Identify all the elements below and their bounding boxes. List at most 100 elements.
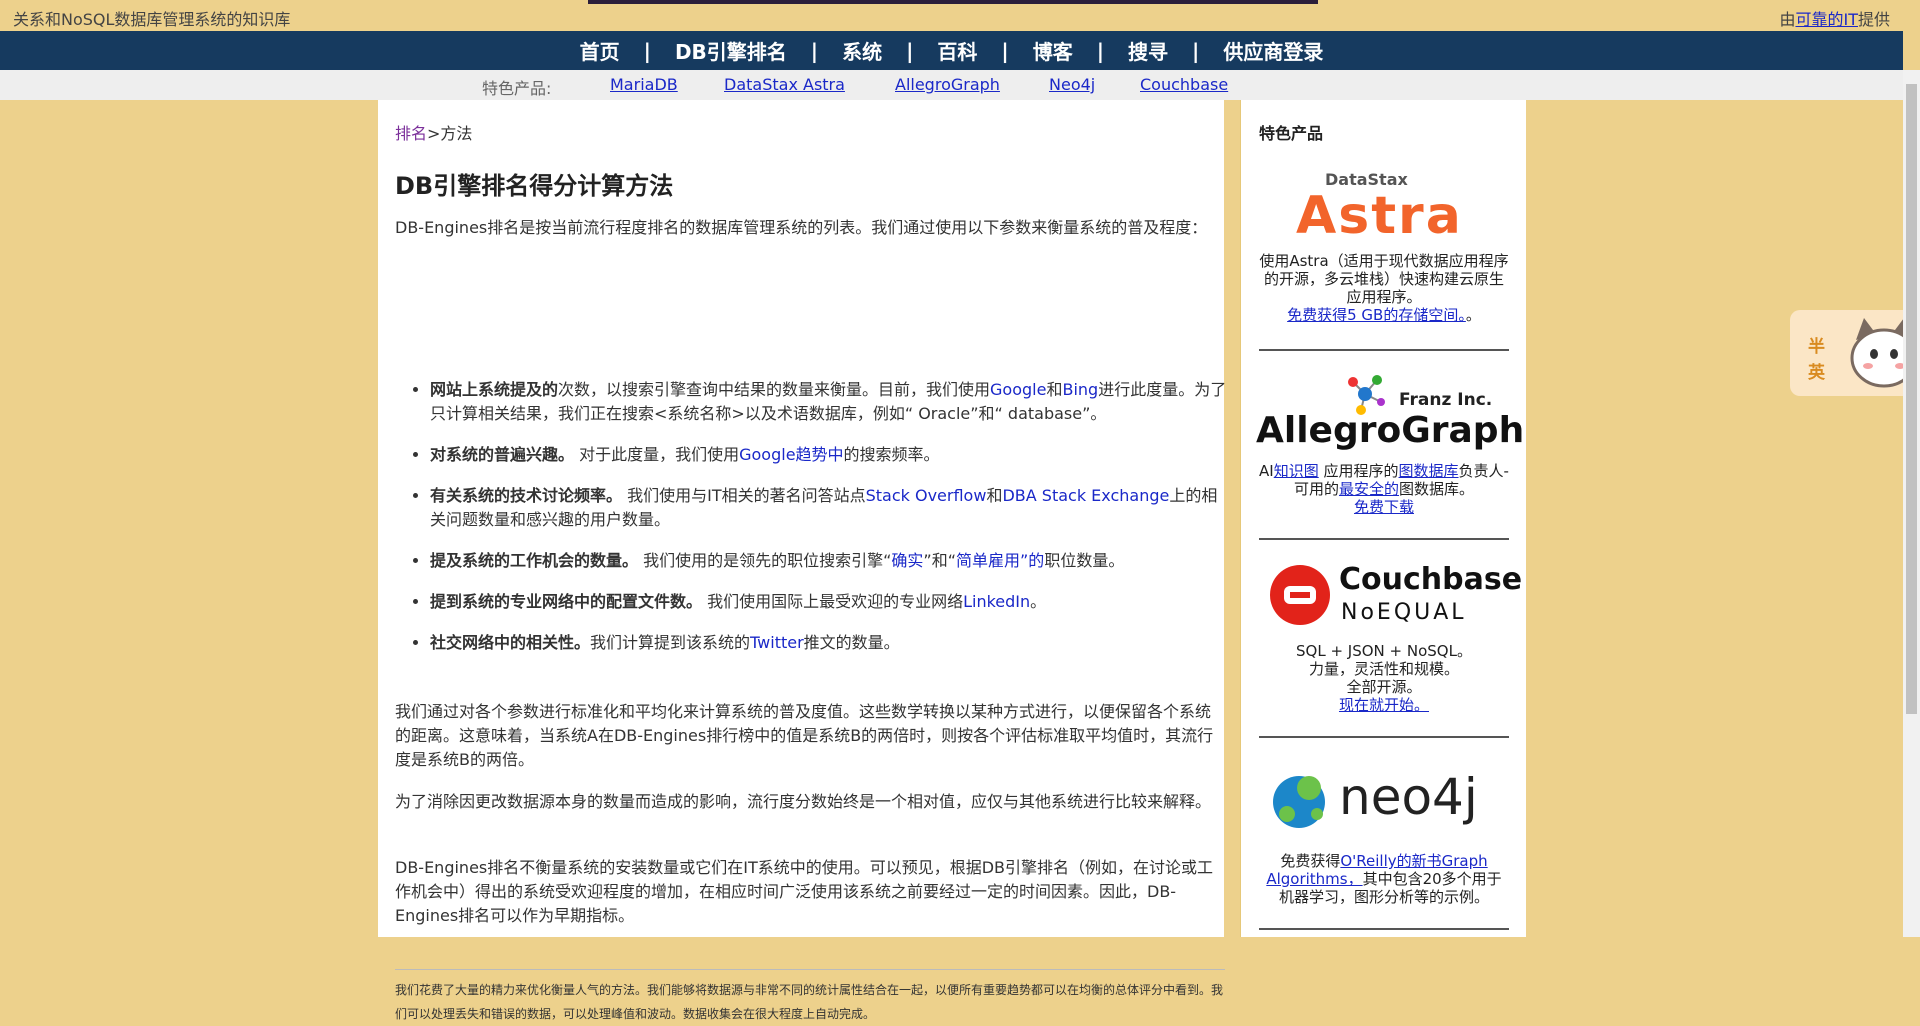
criteria-list: 网站上系统提及的次数，以搜索引擎查询中结果的数量来衡量。目前，我们使用Googl… — [395, 378, 1230, 672]
nav-separator: | — [1096, 38, 1105, 63]
criterion-text: 我们使用与IT相关的著名问答站点 — [622, 486, 866, 505]
free-download-link[interactable]: 免费下载 — [1354, 498, 1414, 516]
featured-link-neo4j[interactable]: Neo4j — [1049, 75, 1095, 94]
breadcrumb-current: 方法 — [440, 124, 473, 143]
nav-separator: | — [643, 38, 651, 63]
ad-suffix: 。 — [1465, 306, 1481, 324]
sidebar-title: 特色产品 — [1259, 124, 1324, 143]
criterion-title: 提到系统的专业网络中的配置文件数。 — [430, 592, 703, 611]
featured-label: 特色产品: — [482, 79, 552, 98]
astra-ad-text: 使用Astra（适用于现代数据应用程序的开源，多云堆栈）快速构建云原生应用程序。… — [1259, 252, 1509, 324]
most-secure-link[interactable]: 最安全的 — [1339, 480, 1399, 498]
google-link[interactable]: Google — [990, 380, 1046, 399]
list-item: 有关系统的技术讨论频率。 我们使用与IT相关的著名问答站点Stack Overf… — [430, 484, 1230, 532]
early-indicator-paragraph: DB-Engines排名不衡量系统的安装数量或它们在IT系统中的使用。可以预见，… — [395, 858, 1214, 925]
normalization-paragraph: 我们通过对各个参数进行标准化和平均化来计算系统的普及度值。这些数学转换以某种方式… — [395, 702, 1214, 769]
divider — [395, 969, 1225, 970]
ad-text: 免费获得 — [1280, 852, 1341, 870]
criterion-text: 我们使用国际上最受欢迎的专业网络 — [702, 592, 964, 611]
criterion-text: 对于此度量，我们使用 — [574, 445, 740, 464]
list-item: 提及系统的工作机会的数量。 我们使用的是领先的职位搜索引擎“确实”和“简单雇用”… — [430, 549, 1230, 573]
list-item: 提到系统的专业网络中的配置文件数。 我们使用国际上最受欢迎的专业网络Linked… — [430, 590, 1230, 614]
nav-encyclopedia[interactable]: 百科 — [913, 36, 1001, 65]
criterion-text: 次数，以搜索引擎查询中结果的数量来衡量。目前，我们使用 — [558, 380, 991, 399]
provider-link[interactable]: 可靠的IT — [1795, 10, 1858, 29]
nav-separator: | — [906, 38, 914, 63]
criterion-text: 我们计算提到该系统的 — [590, 633, 751, 652]
featured-link-couchbase[interactable]: Couchbase — [1140, 75, 1228, 94]
list-item: 对系统的普遍兴趣。 对于此度量，我们使用Google趋势中的搜索频率。 — [430, 443, 1230, 467]
nav-db-ranking[interactable]: DB引擎排名 — [651, 36, 811, 65]
criterion-text: 的搜索频率。 — [843, 445, 940, 464]
noequal-logo-text: NoEQUAL — [1341, 600, 1467, 625]
criterion-text: 我们使用的是领先的职位搜索引擎“ — [638, 551, 892, 570]
criterion-title: 网站上系统提及的 — [430, 380, 559, 399]
main-content: 排名>方法 DB引擎排名得分计算方法 DB-Engines排名是按当前流行程度排… — [378, 100, 1226, 1021]
couchbase-ad-text: SQL + JSON + NoSQL。 力量，灵活性和规模。 全部开源。 现在就… — [1259, 642, 1509, 714]
knowledge-graph-link[interactable]: 知识图 — [1274, 462, 1319, 480]
intro-paragraph: DB-Engines排名是按当前流行程度排名的数据库管理系统的列表。我们通过使用… — [395, 218, 1208, 237]
couchbase-logo-icon — [1270, 565, 1330, 625]
nav-vendor-login[interactable]: 供应商登录 — [1199, 36, 1347, 65]
ad-text: AI — [1259, 462, 1274, 480]
simply-hired-link[interactable]: 简单雇用”的 — [956, 551, 1044, 570]
astra-logo: Astra — [1296, 186, 1463, 246]
neo4j-ad-text: 免费获得O'Reilly的新书Graph Algorithms，其中包含20多个… — [1259, 852, 1509, 906]
nav-search[interactable]: 搜寻 — [1104, 36, 1192, 65]
footnote-text: 我们花费了大量的精力来优化衡量人气的方法。我们能够将数据源与非常不同的统计属性结… — [395, 983, 1224, 1021]
linkedin-link[interactable]: LinkedIn — [963, 592, 1030, 611]
featured-link-allegrograph[interactable]: AllegroGraph — [895, 75, 1000, 94]
list-item: 社交网络中的相关性。我们计算提到该系统的Twitter推文的数量。 — [430, 631, 1230, 655]
floating-translate-widget[interactable]: 半 英 — [1790, 310, 1920, 396]
neo4j-logo-text: neo4j — [1339, 768, 1478, 826]
widget-label: 英 — [1808, 363, 1825, 383]
allegrograph-ad-text: AI知识图 应用程序的图数据库负责人-可用的最安全的图数据库。 免费下载 — [1259, 462, 1509, 516]
criterion-title: 提及系统的工作机会的数量。 — [430, 551, 639, 570]
ad-description: 使用Astra（适用于现代数据应用程序的开源，多云堆栈）快速构建云原生应用程序。 — [1259, 252, 1509, 306]
page-scrollbar[interactable] — [1903, 70, 1920, 937]
breadcrumb-separator: > — [427, 124, 441, 143]
provider-suffix: 提供 — [1857, 10, 1890, 29]
featured-link-mariadb[interactable]: MariaDB — [610, 75, 678, 94]
nav-separator: | — [1001, 38, 1009, 63]
graph-database-link[interactable]: 图数据库 — [1399, 462, 1459, 480]
sidebar-divider — [1259, 928, 1509, 930]
twitter-link[interactable]: Twitter — [750, 633, 804, 652]
neo4j-logo-icon — [1273, 776, 1325, 828]
top-bar: 关系和NoSQL数据库管理系统的知识库 由可靠的IT提供 — [0, 0, 1903, 31]
indeed-link[interactable]: 确实 — [891, 551, 923, 570]
main-nav: 首页 | DB引擎排名 | 系统 | 百科 | 博客 | 搜寻 | 供应商登录 — [0, 31, 1903, 70]
list-item: 网站上系统提及的次数，以搜索引擎查询中结果的数量来衡量。目前，我们使用Googl… — [430, 378, 1230, 426]
criterion-title: 对系统的普遍兴趣。 — [430, 445, 575, 464]
featured-products-sidebar: 特色产品 DataStax Astra 使用Astra（适用于现代数据应用程序的… — [1240, 100, 1526, 937]
franz-logo-text: Franz Inc. — [1399, 390, 1493, 410]
criterion-text: ”和“ — [923, 551, 957, 570]
couchbase-logo-text: Couchbase — [1339, 562, 1523, 597]
breadcrumb: 排名>方法 — [395, 120, 472, 144]
criterion-title: 社交网络中的相关性。 — [430, 633, 591, 652]
widget-label: 半 — [1808, 337, 1825, 357]
provider-prefix: 由 — [1779, 10, 1796, 29]
site-tagline: 关系和NoSQL数据库管理系统的知识库 — [13, 10, 291, 29]
ad-text: SQL + JSON + NoSQL。 — [1296, 642, 1472, 660]
astra-ad-link[interactable]: 免费获得5 GB的存储空间。 — [1287, 306, 1466, 324]
stack-overflow-link[interactable]: Stack Overflow — [866, 486, 987, 505]
ad-text: 全部开源。 — [1346, 678, 1422, 696]
google-trends-link[interactable]: Google趋势中 — [739, 445, 843, 464]
criterion-title: 有关系统的技术讨论频率。 — [430, 486, 623, 505]
criterion-text: 和 — [1046, 380, 1063, 399]
dba-stack-exchange-link[interactable]: DBA Stack Exchange — [1002, 486, 1169, 505]
featured-link-datastax-astra[interactable]: DataStax Astra — [724, 75, 845, 94]
criterion-text: 推文的数量。 — [803, 633, 900, 652]
breadcrumb-ranking-link[interactable]: 排名 — [395, 124, 427, 143]
get-started-link[interactable]: 现在就开始。 — [1339, 696, 1429, 714]
nav-home[interactable]: 首页 — [556, 36, 644, 65]
scrollbar-thumb[interactable] — [1906, 84, 1917, 714]
criterion-text: 和 — [986, 486, 1003, 505]
nav-blog[interactable]: 博客 — [1009, 36, 1097, 65]
nav-systems[interactable]: 系统 — [818, 36, 906, 65]
criterion-text: 。 — [1030, 592, 1047, 611]
sidebar-divider — [1259, 349, 1509, 351]
sidebar-divider — [1259, 538, 1509, 540]
bing-link[interactable]: Bing — [1062, 380, 1098, 399]
